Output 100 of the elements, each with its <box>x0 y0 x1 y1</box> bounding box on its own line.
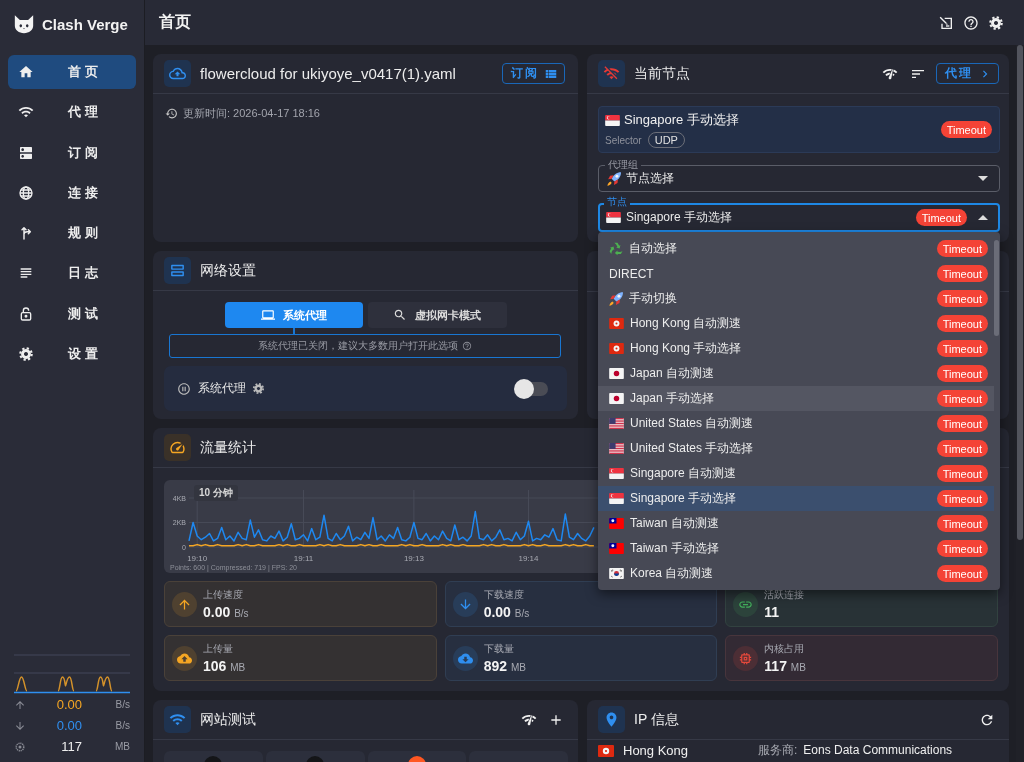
group-type: Selector <box>605 134 642 146</box>
mode-tab[interactable]: 系统代理 <box>224 302 363 328</box>
axis-tick-label: 19:14 <box>518 554 539 564</box>
traffic-unit: MB <box>114 741 130 752</box>
page-title: 首页 <box>159 12 191 32</box>
subscription-button[interactable]: 订阅 <box>502 63 565 84</box>
nav-item[interactable]: 日志 <box>8 256 136 291</box>
nav-item[interactable]: 连接 <box>8 175 136 210</box>
app-name: Clash Verge <box>42 15 128 33</box>
traffic-value: 0.00 <box>55 697 82 712</box>
node-option[interactable]: Japan 手动选择 Timeout <box>598 386 994 411</box>
recycle-icon <box>609 241 623 256</box>
field-label: 代理组 <box>605 159 641 171</box>
select-value: 节点选择 <box>626 170 675 187</box>
stat-value: 106 MB <box>203 658 246 674</box>
nav-item[interactable]: 代理 <box>8 95 136 130</box>
latency-badge: Timeout <box>936 290 988 307</box>
latency-badge: Timeout <box>936 490 988 507</box>
time-range-label: 10 分钟 <box>194 485 238 501</box>
scrollbar[interactable] <box>1017 45 1023 540</box>
japan-flag-icon <box>609 393 624 404</box>
korea-flag-icon <box>609 568 624 579</box>
server-icon <box>18 144 34 161</box>
cloud-upload-icon <box>164 60 191 87</box>
location-pin-icon <box>598 706 625 733</box>
nav-item[interactable]: 设置 <box>8 337 136 372</box>
node-option[interactable]: Japan 自动测速 Timeout <box>598 361 994 386</box>
latency-badge: Timeout <box>940 121 992 138</box>
latency-badge: Timeout <box>936 515 988 532</box>
arrow-up-icon <box>172 591 197 617</box>
node-option[interactable]: Singapore 手动选择 Timeout <box>598 486 994 511</box>
nav-item[interactable]: 规则 <box>8 216 136 251</box>
laptop-icon <box>260 308 275 322</box>
settings-icon[interactable] <box>252 382 265 395</box>
latency-badge: Timeout <box>936 540 988 557</box>
setting-label: 系统代理 <box>198 380 246 397</box>
card-title: 网站测试 <box>200 710 256 729</box>
node-select[interactable]: 节点 Singapore 手动选择 Timeout <box>598 196 1000 232</box>
node-option[interactable]: Taiwan 手动选择 Timeout <box>598 536 994 561</box>
caret-down-icon <box>978 176 988 181</box>
home-icon <box>18 64 34 80</box>
singapore-flag-icon <box>605 114 620 126</box>
stat-label: 上传速度 <box>203 588 244 602</box>
nav-item[interactable]: 测试 <box>8 296 136 331</box>
nav-item[interactable]: 订阅 <box>8 135 136 170</box>
cat-logo-icon <box>13 13 35 35</box>
node-option[interactable]: Taiwan 自动测速 Timeout <box>598 511 994 536</box>
proxy-link-button[interactable]: 代理 <box>936 63 999 84</box>
upload-arrow-icon <box>14 698 26 711</box>
latency-badge: Timeout <box>936 315 988 332</box>
stat-value: 892 MB <box>483 658 526 674</box>
stat-value: 0.00 B/s <box>203 604 249 620</box>
traffic-value: 117 <box>60 739 82 754</box>
latency-badge: Timeout <box>936 240 988 257</box>
latency-badge: Timeout <box>936 415 988 432</box>
branch-arrow-icon <box>18 225 34 242</box>
hint-text: 系统代理已关闭，建议大多数用户打开此选项 <box>258 339 458 353</box>
latency-badge: Timeout <box>936 265 988 282</box>
cloud-download-icon <box>452 645 478 671</box>
update-time: 更新时间: 2026-04-17 18:16 <box>183 106 320 121</box>
node-option[interactable]: 手动切换 Timeout <box>598 286 994 311</box>
node-option[interactable]: Korea 自动测速 Timeout <box>598 561 994 586</box>
field-label: 节点 <box>604 196 630 208</box>
node-option[interactable]: United States 自动测速 Timeout <box>598 411 994 436</box>
taiwan-flag-icon <box>609 518 624 529</box>
toggle-switch[interactable] <box>514 378 548 399</box>
stat-value: 11 <box>764 604 781 620</box>
node-option[interactable]: DIRECT Timeout <box>598 261 994 286</box>
card-title: 当前节点 <box>634 64 690 83</box>
card-title: 流量统计 <box>200 438 256 457</box>
nav-item[interactable]: 首页 <box>8 55 136 89</box>
hong-kong-flag-icon <box>609 343 624 354</box>
proxy-group-select[interactable]: 代理组 节点选择 <box>598 159 1000 192</box>
singapore-flag-icon <box>606 212 621 223</box>
mode-tab[interactable]: 虚拟网卡模式 <box>367 302 507 328</box>
axis-tick-label: 19:13 <box>403 554 424 564</box>
scrollbar[interactable] <box>994 240 999 336</box>
node-option[interactable]: Hong Kong 手动选择 Timeout <box>598 336 994 361</box>
japan-flag-icon <box>609 368 624 379</box>
node-option[interactable]: 自动选择 Timeout <box>598 236 994 261</box>
stat-label: 上传量 <box>203 642 234 656</box>
hong-kong-flag-icon <box>609 318 624 329</box>
window-pen-icon[interactable] <box>938 14 954 31</box>
history-icon <box>165 107 178 120</box>
node-option[interactable]: Hong Kong 自动测速 Timeout <box>598 311 994 336</box>
search-icon <box>393 308 407 322</box>
unlocked-padlock-icon <box>18 305 34 322</box>
settings-icon <box>18 346 34 363</box>
latency-badge: Timeout <box>936 340 988 357</box>
speedometer-icon <box>164 434 191 461</box>
stat-label: 内核占用 <box>764 642 806 656</box>
cloud-upload-icon <box>172 645 197 671</box>
latency-badge: Timeout <box>936 565 988 582</box>
node-option[interactable]: United States 手动选择 Timeout <box>598 436 994 461</box>
stat-value: 0.00 B/s <box>483 604 530 620</box>
node-option[interactable]: Singapore 自动测速 Timeout <box>598 461 994 486</box>
stat-value: 117 MB <box>764 658 806 674</box>
memory-chip-icon <box>733 645 759 671</box>
help-icon[interactable] <box>963 14 979 31</box>
select-value: Singapore 手动选择 <box>626 209 734 226</box>
